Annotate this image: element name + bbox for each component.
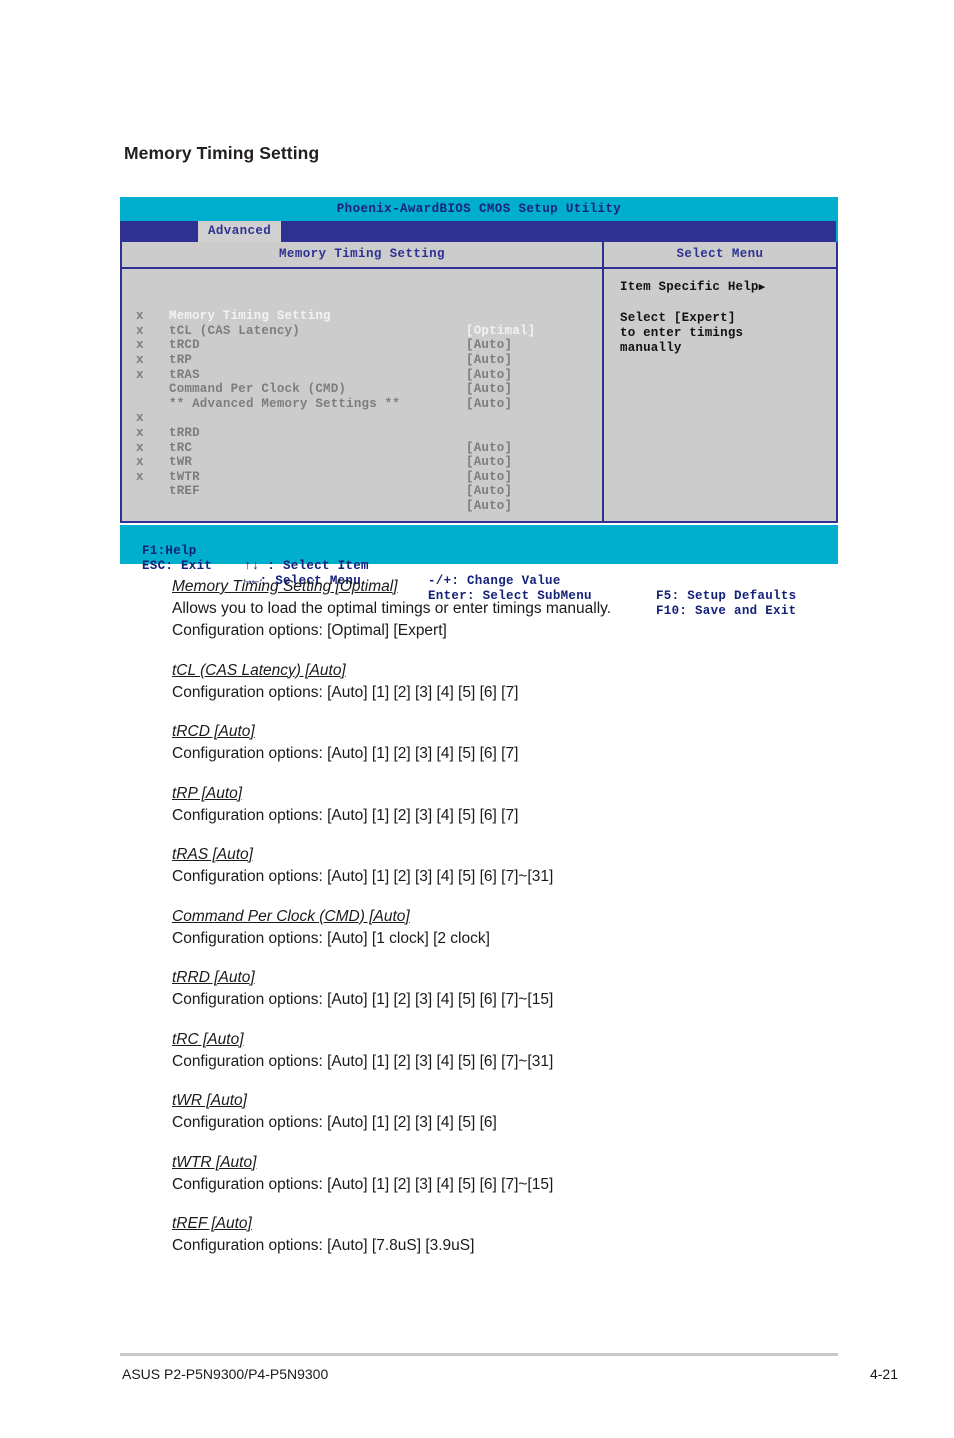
- setting-value: [Auto]: [466, 498, 513, 513]
- description-entry-trc: tRC [Auto] Configuration options: [Auto]…: [172, 1029, 872, 1073]
- setting-row-trrd[interactable]: x tRRD [Auto]: [122, 397, 602, 454]
- row-disabled-marker: x: [136, 367, 144, 382]
- setting-value: [Auto]: [466, 469, 513, 484]
- setting-row-command-per-clock[interactable]: x Command Per Clock (CMD) [Auto]: [122, 353, 602, 411]
- setting-row-tref[interactable]: x tREF [Auto]: [122, 455, 602, 513]
- entry-title: tRP [Auto]: [172, 784, 243, 802]
- legend-row-2: ESC: Exit →←: Select Menu Enter: Select …: [120, 544, 838, 618]
- bios-key-legend: F1:Help ↑↓ : Select Item -/+: Change Val…: [120, 525, 838, 618]
- entry-title: tWTR [Auto]: [172, 1153, 257, 1171]
- description-entry-trp: tRP [Auto] Configuration options: [Auto]…: [172, 783, 872, 827]
- item-specific-help: Item Specific Help▶ Select [Expert] to e…: [604, 269, 836, 521]
- bios-setup-screen: Phoenix-AwardBIOS CMOS Setup Utility Adv…: [120, 197, 838, 618]
- settings-panel: Memory Timing Setting Memory Timing Sett…: [122, 242, 604, 521]
- description-entry-twtr: tWTR [Auto] Configuration options: [Auto…: [172, 1152, 872, 1196]
- entry-line: Configuration options: [Auto] [1] [2] [3…: [172, 868, 554, 885]
- bios-body: Memory Timing Setting Memory Timing Sett…: [120, 242, 838, 523]
- setting-row-tcl[interactable]: x tCL (CAS Latency) [Auto]: [122, 295, 602, 352]
- setting-row-memory-timing-setting[interactable]: Memory Timing Setting [Optimal]: [122, 280, 602, 338]
- help-title: Item Specific Help: [620, 280, 759, 294]
- setting-row-trp[interactable]: x tRP [Auto]: [122, 324, 602, 381]
- description-entry-twr: tWR [Auto] Configuration options: [Auto]…: [172, 1090, 872, 1134]
- setting-row-tras[interactable]: x tRAS [Auto]: [122, 338, 602, 396]
- entry-title: tCL (CAS Latency) [Auto]: [172, 661, 346, 679]
- legend-select-item: ↑↓ : Select Item: [244, 559, 369, 573]
- legend-esc-exit: ESC: Exit: [142, 559, 213, 573]
- setting-row-trc[interactable]: x tRC [Auto]: [122, 411, 602, 469]
- triangle-right-icon: ▶: [758, 282, 766, 294]
- entry-line: Configuration options: [Auto] [1] [2] [3…: [172, 1175, 554, 1193]
- bios-utility-title: Phoenix-AwardBIOS CMOS Setup Utility: [120, 197, 838, 221]
- settings-panel-header: Memory Timing Setting: [122, 242, 602, 269]
- description-entry-tref: tREF [Auto] Configuration options: [Auto…: [172, 1213, 872, 1257]
- entry-line: Configuration options: [Auto] [1] [2] [3…: [172, 991, 554, 1008]
- setting-row-twtr[interactable]: x tWTR [Auto]: [122, 441, 602, 498]
- entry-title: tRAS [Auto]: [172, 846, 253, 863]
- entry-title: tREF [Auto]: [172, 1215, 252, 1232]
- page-title: Memory Timing Setting: [124, 143, 320, 163]
- setting-value: [Auto]: [466, 484, 513, 499]
- description-entry-tras: tRAS [Auto] Configuration options: [Auto…: [172, 844, 872, 888]
- setting-value: [Auto]: [466, 367, 513, 382]
- description-list: Memory Timing Setting [Optimal] Allows y…: [172, 576, 872, 1275]
- row-disabled-marker: x: [136, 469, 144, 484]
- legend-row-1: F1:Help ↑↓ : Select Item -/+: Change Val…: [120, 529, 838, 603]
- help-spacer: [620, 296, 836, 311]
- entry-title: tRRD [Auto]: [172, 969, 255, 986]
- description-entry-memory-timing-setting: Memory Timing Setting [Optimal] Allows y…: [172, 576, 872, 642]
- help-title-row: Item Specific Help▶: [620, 280, 836, 296]
- bios-menu-bar: Advanced: [120, 221, 838, 242]
- entry-line: Configuration options: [Auto] [1] [2] [3…: [172, 745, 519, 762]
- tab-advanced[interactable]: Advanced: [198, 221, 282, 242]
- select-menu-panel: Select Menu Item Specific Help▶ Select […: [604, 242, 836, 521]
- entry-line: Configuration options: [Auto] [1] [2] [3…: [172, 806, 519, 824]
- entry-title: Command Per Clock (CMD) [Auto]: [172, 907, 410, 925]
- footer-divider: [120, 1353, 838, 1356]
- description-entry-command-per-clock: Command Per Clock (CMD) [Auto] Configura…: [172, 906, 872, 950]
- description-entry-trcd: tRCD [Auto] Configuration options: [Auto…: [172, 721, 872, 765]
- entry-line: Configuration options: [Auto] [1] [2] [3…: [172, 1114, 497, 1131]
- entry-line: Configuration options: [Auto] [1] [2] [3…: [172, 683, 519, 701]
- entry-line: Allows you to load the optimal timings o…: [172, 600, 612, 617]
- help-line: manually: [620, 341, 682, 355]
- description-entry-tcl: tCL (CAS Latency) [Auto] Configuration o…: [172, 660, 872, 704]
- footer-product-name: ASUS P2-P5N9300/P4-P5N9300: [122, 1366, 329, 1382]
- entry-title: Memory Timing Setting [Optimal]: [172, 578, 398, 595]
- entry-line: Configuration options: [Auto] [1 clock] …: [172, 929, 490, 947]
- setting-row-twr[interactable]: x tWR [Auto]: [122, 426, 602, 484]
- help-line: to enter timings: [620, 326, 744, 340]
- description-entry-trrd: tRRD [Auto] Configuration options: [Auto…: [172, 967, 872, 1011]
- entry-title: tWR [Auto]: [172, 1092, 247, 1109]
- footer-page-number: 4-21: [869, 1366, 898, 1382]
- entry-title: tRC [Auto]: [172, 1030, 244, 1048]
- advanced-memory-settings-heading: ** Advanced Memory Settings **: [122, 382, 602, 411]
- entry-title: tRCD [Auto]: [172, 723, 255, 740]
- settings-list: Memory Timing Setting [Optimal] x tCL (C…: [122, 269, 602, 521]
- entry-line: Configuration options: [Auto] [7.8uS] [3…: [172, 1237, 475, 1254]
- select-menu-header: Select Menu: [604, 242, 836, 269]
- entry-line: Configuration options: [Auto] [1] [2] [3…: [172, 1052, 554, 1070]
- entry-line: Configuration options: [Optimal] [Expert…: [172, 622, 447, 639]
- setting-row-trcd[interactable]: x tRCD [Auto]: [122, 309, 602, 367]
- setting-label: tREF: [169, 484, 200, 499]
- help-line: Select [Expert]: [620, 311, 736, 325]
